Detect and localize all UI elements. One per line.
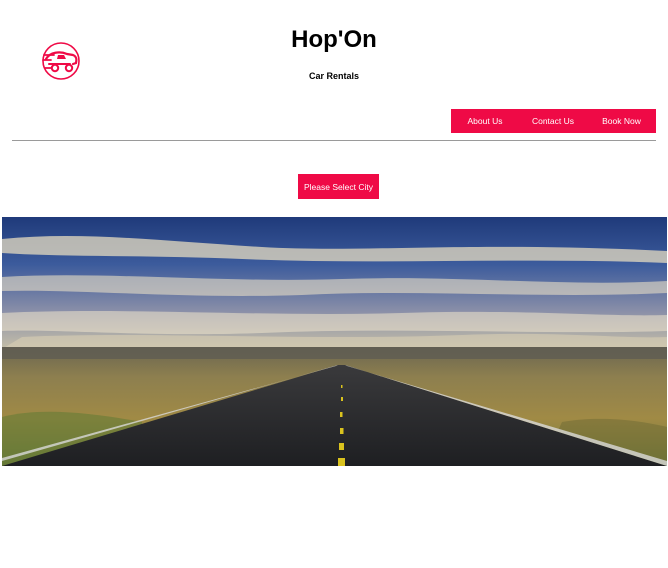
header-divider xyxy=(12,140,656,141)
select-city-button[interactable]: Please Select City xyxy=(298,174,379,199)
nav-contact-us[interactable]: Contact Us xyxy=(519,109,587,133)
top-nav: About Us Contact Us Book Now xyxy=(451,109,656,133)
nav-about-us[interactable]: About Us xyxy=(451,109,519,133)
site-title: Hop'On xyxy=(291,26,377,53)
hero-image xyxy=(2,217,667,466)
nav-book-now[interactable]: Book Now xyxy=(587,109,656,133)
site-subtitle: Car Rentals xyxy=(308,71,360,81)
